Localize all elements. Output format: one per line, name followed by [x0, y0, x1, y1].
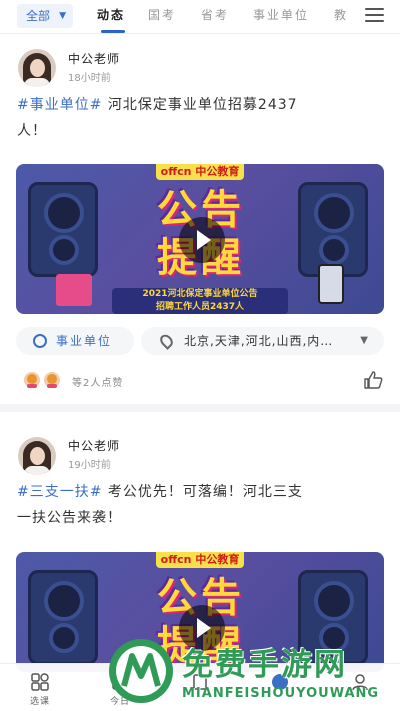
post-content[interactable]: #事业单位# 河北保定事业单位招募2437 人！: [17, 92, 383, 144]
watermark-logo-icon: [109, 639, 173, 703]
filter-dropdown[interactable]: 全部 ▼: [17, 4, 73, 28]
tab-shengkao[interactable]: 省考: [201, 6, 229, 23]
author-name[interactable]: 中公老师: [68, 437, 120, 454]
author-name[interactable]: 中公老师: [68, 50, 120, 67]
location-tag[interactable]: 北京,天津,河北,山西,内… ▼: [141, 327, 384, 355]
tab-guokao[interactable]: 国考: [148, 6, 176, 23]
post-separator: [0, 404, 400, 412]
hamburger-icon[interactable]: [365, 8, 384, 23]
post-time: 19小时前: [68, 460, 111, 471]
nav-item-xuanke[interactable]: 选课: [0, 664, 80, 711]
thumbs-up-icon[interactable]: [363, 370, 383, 390]
likes-count[interactable]: 等2人点赞: [72, 374, 123, 389]
video-cover[interactable]: offcn 中公教育 公告 提醒 2021河北保定事业单位公告 招聘工作人员24…: [16, 164, 384, 314]
post-time: 18小时前: [68, 73, 111, 84]
hashtag[interactable]: #三支一扶#: [17, 484, 102, 500]
filter-label: 全部: [26, 9, 51, 23]
avatar[interactable]: [18, 437, 56, 475]
cover-banner: 2021河北保定事业单位公告 招聘工作人员2437人: [112, 288, 288, 314]
grid-icon: [31, 673, 49, 691]
phone-graphic: [318, 264, 344, 304]
post-content[interactable]: #三支一扶# 考公优先！可落编！河北三支 一扶公告来袭！: [17, 479, 383, 531]
category-tag[interactable]: 事业单位: [16, 327, 134, 355]
category-icon: [33, 334, 47, 348]
tab-dongtai[interactable]: 动态: [97, 6, 125, 23]
liker-avatar: [22, 370, 42, 390]
chevron-down-icon: ▼: [360, 335, 368, 346]
speaker-graphic: [298, 182, 368, 277]
speaker-graphic: [28, 570, 98, 665]
liker-avatar: [42, 370, 62, 390]
play-icon[interactable]: [179, 217, 225, 263]
hashtag[interactable]: #事业单位#: [17, 97, 102, 113]
tab-jiao[interactable]: 教: [334, 6, 348, 23]
active-tab-indicator: [101, 30, 125, 33]
watermark-title: 免费手游网: [182, 647, 347, 683]
speaker-graphic: [28, 182, 98, 277]
gift-graphic: [56, 274, 92, 306]
location-pin-icon: [157, 332, 176, 350]
chevron-down-icon: ▼: [59, 11, 66, 21]
offcn-logo: offcn 中公教育: [156, 164, 244, 180]
watermark-subtitle: MIANFEISHOUYOUWANG: [182, 686, 380, 701]
offcn-logo: offcn 中公教育: [156, 552, 244, 568]
top-nav: 全部 ▼ 动态 国考 省考 事业单位 教: [0, 0, 400, 34]
tab-shiye[interactable]: 事业单位: [253, 6, 309, 23]
avatar[interactable]: [18, 49, 56, 87]
